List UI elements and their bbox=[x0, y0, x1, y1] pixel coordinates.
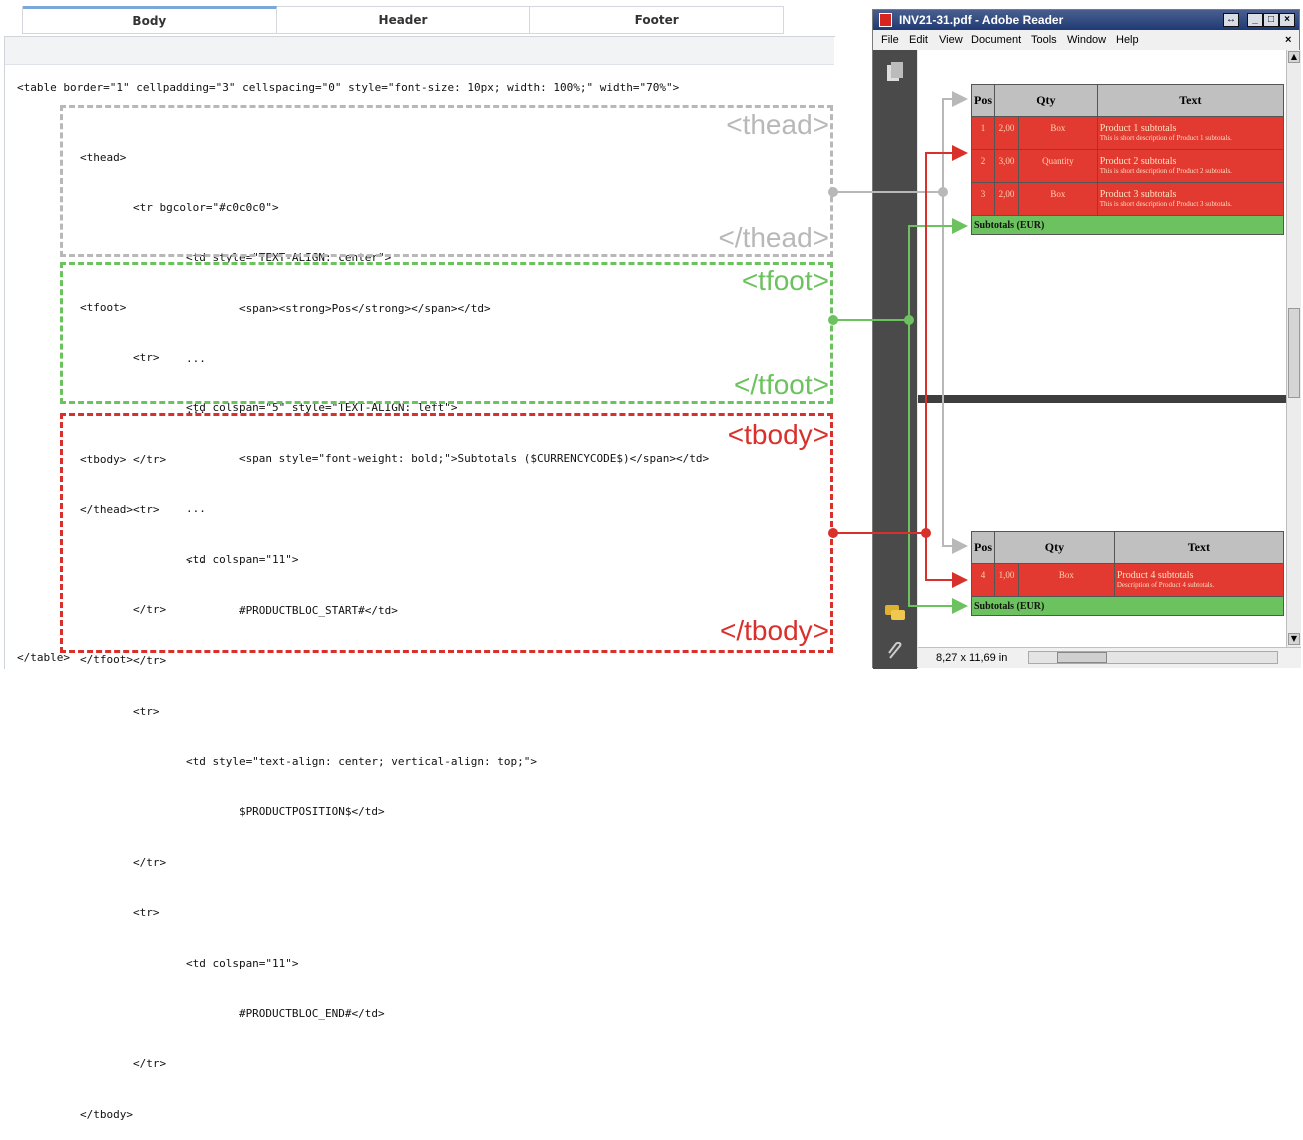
code-line: </tr> bbox=[80, 1057, 167, 1071]
code-line: <td colspan="11"> bbox=[80, 956, 299, 970]
tbody-arrows bbox=[828, 145, 968, 588]
tfoot-arrows bbox=[828, 218, 968, 614]
connector-arrows bbox=[828, 91, 968, 614]
code-line: </tbody> bbox=[80, 1107, 133, 1121]
code-line: <tr> bbox=[80, 906, 160, 920]
code-line: </tr> bbox=[80, 855, 167, 869]
code-line: $PRODUCTPOSITION$</td> bbox=[80, 805, 385, 819]
code-line: <tr> bbox=[80, 704, 160, 718]
thead-arrows bbox=[828, 91, 968, 554]
code-line: <td style="text-align: center; vertical-… bbox=[80, 754, 537, 768]
code-line: #PRODUCTBLOC_END#</td> bbox=[80, 1006, 385, 1020]
